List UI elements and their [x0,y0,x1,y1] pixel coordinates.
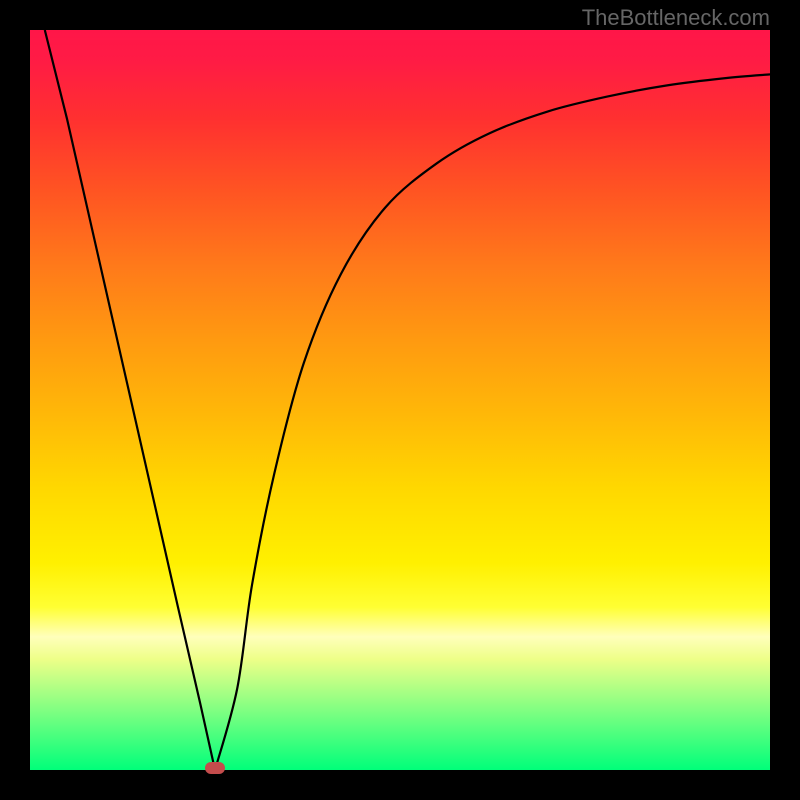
watermark-text: TheBottleneck.com [582,5,770,31]
chart-container: TheBottleneck.com [0,0,800,800]
optimal-point-marker [205,762,225,774]
plot-background [30,30,770,770]
